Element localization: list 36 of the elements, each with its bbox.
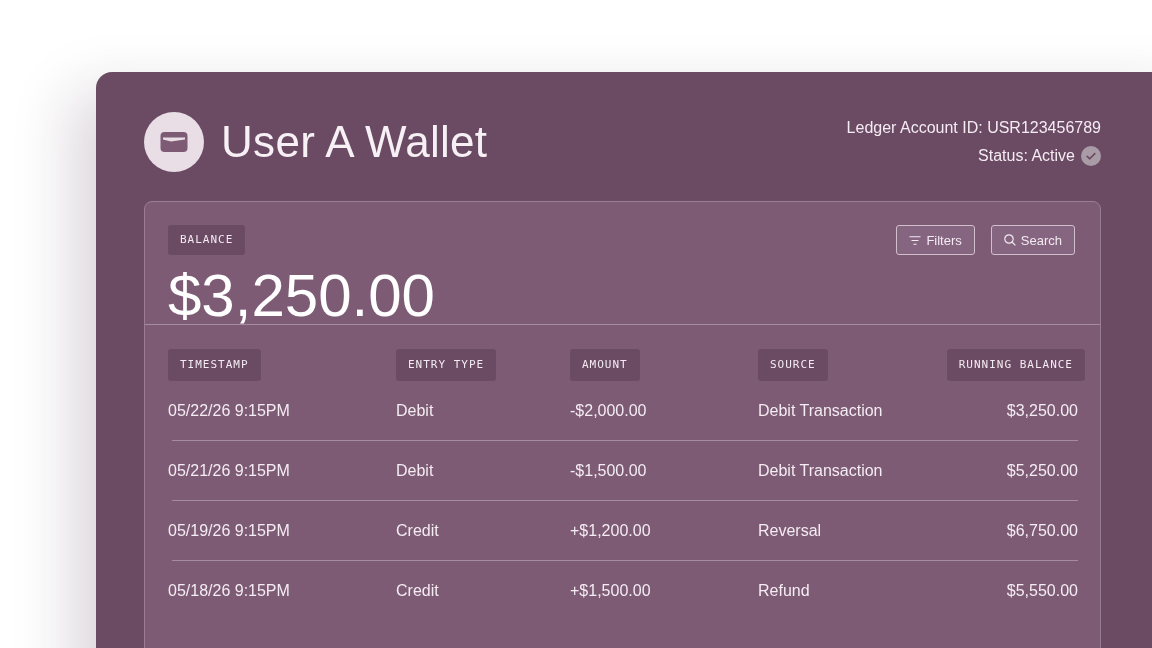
table-cell-text: Reversal xyxy=(758,520,823,541)
table-cell-text: $5,550.00 xyxy=(1005,580,1079,601)
table-cell-text: +$1,500.00 xyxy=(570,580,652,601)
table-cell-text: Credit xyxy=(396,580,440,601)
table-cell-text: -$1,500.00 xyxy=(570,460,648,481)
status-text: Status: Active xyxy=(978,146,1075,166)
column-header: ENTRY TYPE xyxy=(396,349,497,381)
filter-icon xyxy=(909,235,922,245)
table-cell-text: Debit xyxy=(396,460,435,481)
table-cell-text: Debit Transaction xyxy=(758,400,884,421)
page-title: User A Wallet xyxy=(221,120,488,164)
filters-button[interactable]: Filters xyxy=(896,225,975,255)
wallet-icon xyxy=(144,112,204,172)
search-button[interactable]: Search xyxy=(990,225,1075,255)
table-cell-text: Refund xyxy=(758,580,811,601)
balance-label: BALANCE xyxy=(168,225,246,255)
table-cell-text: $3,250.00 xyxy=(1005,400,1079,421)
account-id: Ledger Account ID: USR123456789 xyxy=(846,118,1101,138)
table-cell-text: $6,750.00 xyxy=(1005,520,1079,541)
table-cell-text: Debit xyxy=(396,400,435,421)
table-cell-text: 05/21/26 9:15PM xyxy=(168,460,291,481)
column-header: RUNNING BALANCE xyxy=(946,349,1085,381)
table-cell-text: 05/18/26 9:15PM xyxy=(168,580,291,601)
search-icon xyxy=(1003,234,1016,246)
balance-amount: $3,250.00 xyxy=(168,263,435,329)
table-cell-text: $5,250.00 xyxy=(1005,460,1079,481)
table-cell-text: 05/22/26 9:15PM xyxy=(168,400,291,421)
table-cell-text: Credit xyxy=(396,520,440,541)
table-cell-text: -$2,000.00 xyxy=(570,400,648,421)
table-cell-text: Debit Transaction xyxy=(758,460,884,481)
column-header: AMOUNT xyxy=(570,349,640,381)
table-cell-text: +$1,200.00 xyxy=(570,520,652,541)
column-header: SOURCE xyxy=(758,349,828,381)
check-icon xyxy=(1081,146,1101,166)
column-header: TIMESTAMP xyxy=(168,349,261,381)
table-cell-text: 05/19/26 9:15PM xyxy=(168,520,291,541)
